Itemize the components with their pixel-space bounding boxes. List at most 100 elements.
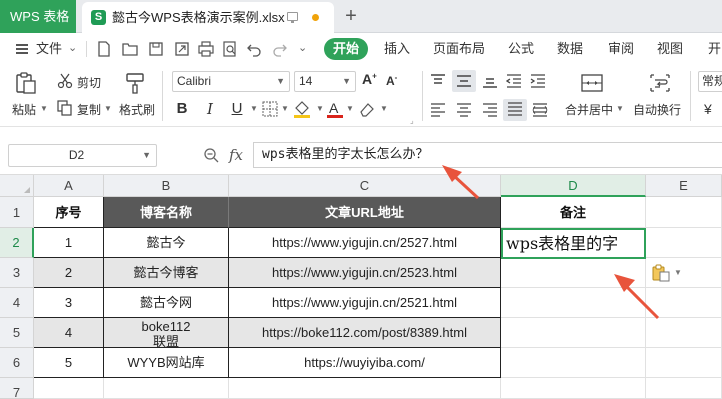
hamburger-icon[interactable] [16,44,28,54]
format-painter-icon[interactable] [124,71,148,95]
export-icon[interactable] [174,41,190,57]
copy-button[interactable]: 复制 [77,101,101,118]
decrease-font-icon[interactable]: A- [386,73,397,88]
cell-e1[interactable] [646,197,722,228]
cell-c7[interactable] [229,378,501,399]
paste-button[interactable]: 粘贴 [12,101,36,118]
tab-data[interactable]: 数据 [557,33,583,65]
border-icon[interactable] [262,101,278,117]
cell-d7[interactable] [501,378,646,399]
chevron-down-icon[interactable]: ▼ [281,104,289,113]
name-box[interactable]: D2 ▼ [8,144,157,167]
chevron-down-icon[interactable]: ▼ [276,72,285,91]
cell-a1[interactable]: 序号 [34,197,104,228]
cut-button[interactable]: 剪切 [77,74,101,91]
tab-review[interactable]: 审阅 [608,33,634,65]
cell-b2[interactable]: 懿古今 [104,228,229,258]
currency-button[interactable]: ¥ [704,101,712,117]
tab-home[interactable]: 开始 [324,38,368,60]
zoom-icon[interactable] [203,147,219,166]
cell-a7[interactable] [34,378,104,399]
justify-icon[interactable] [503,99,527,121]
align-bottom-icon[interactable] [482,73,498,89]
cell-d4[interactable] [501,288,646,318]
column-header-b[interactable]: B [104,175,229,197]
cell-b7[interactable] [104,378,229,399]
save-icon[interactable] [148,41,164,57]
copy-icon[interactable] [57,100,73,116]
font-name-select[interactable]: Calibri ▼ [172,71,290,92]
align-middle-icon[interactable] [452,70,476,92]
format-painter-button[interactable]: 格式刷 [119,101,155,118]
cell-c3[interactable]: https://www.yigujin.cn/2523.html [229,258,501,288]
scissors-icon[interactable] [57,73,73,89]
chevron-down-icon[interactable]: ▼ [250,104,258,113]
wrap-text-button[interactable]: 自动换行 [633,101,681,118]
column-header-e[interactable]: E [646,175,722,197]
column-header-d[interactable]: D [501,175,646,197]
cell-e6[interactable] [646,348,722,378]
cell-a6[interactable]: 5 [34,348,104,378]
column-header-c[interactable]: C [229,175,501,197]
row-header-1[interactable]: 1 [0,197,34,228]
cell-d2-selected[interactable]: wps表格里的字 [501,228,646,259]
cell-d3[interactable] [501,259,646,288]
row-header-7[interactable]: 7 [0,378,34,399]
print-icon[interactable] [198,41,214,57]
formula-input[interactable]: wps表格里的字太长怎么办？ [253,142,722,168]
cell-b6[interactable]: WYYB网站库 [104,348,229,378]
function-icon[interactable]: fx [229,144,243,166]
cell-e2[interactable] [646,228,722,258]
chevron-down-icon[interactable]: ▼ [616,104,624,113]
merge-center-icon[interactable] [580,71,604,95]
document-tab[interactable]: S 懿古今WPS表格演示案例.xlsx [82,2,334,33]
increase-font-icon[interactable]: A+ [362,71,377,87]
distribute-icon[interactable] [532,102,548,118]
underline-button[interactable]: U [229,99,245,119]
undo-icon[interactable] [246,41,262,57]
chevron-down-icon[interactable]: ▼ [104,104,112,113]
chevron-down-icon[interactable]: ▼ [346,104,354,113]
font-size-select[interactable]: 14 ▼ [294,71,356,92]
cell-a5[interactable]: 4 [34,318,104,348]
cell-e7[interactable] [646,378,722,399]
row-header-3[interactable]: 3 [0,258,34,288]
chevron-down-icon[interactable]: ▼ [674,268,682,277]
redo-icon[interactable] [272,41,288,57]
new-tab-button[interactable]: + [338,3,364,29]
open-folder-icon[interactable] [122,41,138,57]
app-tab[interactable]: WPS 表格 [0,0,76,33]
cell-d6[interactable] [501,348,646,378]
new-file-icon[interactable] [96,41,112,57]
file-menu[interactable]: 文件 [36,33,62,65]
cell-c2[interactable]: https://www.yigujin.cn/2527.html [229,228,501,258]
expand-icon[interactable]: ⌟ [410,116,414,125]
fill-color-icon[interactable] [292,99,312,119]
font-color-icon[interactable]: A [326,99,344,119]
chevron-down-icon[interactable]: ▼ [142,145,151,166]
cell-c5[interactable]: https://boke112.com/post/8389.html [229,318,501,348]
tab-page-layout[interactable]: 页面布局 [433,33,485,65]
number-format-select[interactable]: 常规 [698,71,722,92]
cell-b3[interactable]: 懿古今博客 [104,258,229,288]
cell-e5[interactable] [646,318,722,348]
paste-options-icon[interactable] [652,264,670,282]
chevron-down-icon[interactable]: ▼ [316,104,324,113]
align-right-icon[interactable] [482,102,498,118]
align-left-icon[interactable] [430,102,446,118]
paste-icon[interactable] [14,71,38,95]
cell-c1[interactable]: 文章URL地址 [229,197,501,228]
chevron-down-icon[interactable]: ⌄ [68,41,77,54]
italic-button[interactable]: I [202,99,218,119]
cell-a3[interactable]: 2 [34,258,104,288]
column-header-a[interactable]: A [34,175,104,197]
cell-c6[interactable]: https://wuyiyiba.com/ [229,348,501,378]
merge-center-button[interactable]: 合并居中 [565,101,613,118]
cell-e4[interactable] [646,288,722,318]
row-header-4[interactable]: 4 [0,288,34,318]
cell-d1[interactable]: 备注 [501,197,646,228]
cell-d5[interactable] [501,318,646,348]
row-header-5[interactable]: 5 [0,318,34,348]
cell-b1[interactable]: 博客名称 [104,197,229,228]
increase-indent-icon[interactable] [530,73,546,89]
